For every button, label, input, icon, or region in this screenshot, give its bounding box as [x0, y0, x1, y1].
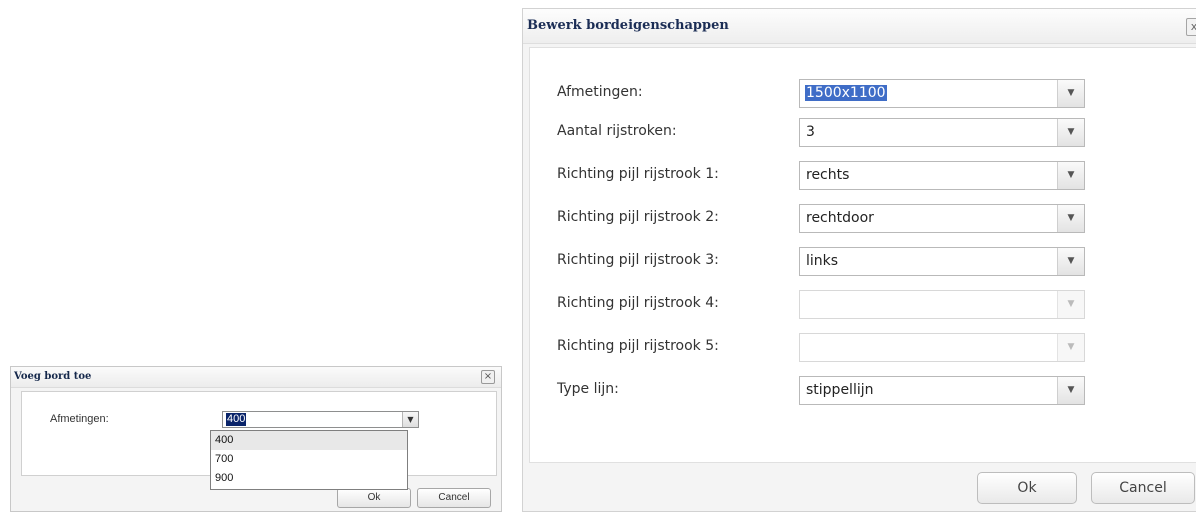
cancel-button[interactable]: Cancel [417, 488, 491, 508]
chevron-down-icon[interactable]: ▼ [1057, 80, 1084, 107]
chevron-down-icon[interactable]: ▼ [1057, 377, 1084, 404]
dialog-titlebar[interactable]: Voeg bord toe × [11, 367, 501, 388]
select-value: 1500x1100 [805, 85, 887, 101]
dialog-content: Afmetingen: 1500x1100 ▼ Aantal rijstroke… [529, 47, 1196, 463]
chevron-down-icon[interactable]: ▼ [1057, 162, 1084, 189]
dialog-title: Voeg bord toe [14, 371, 92, 382]
close-icon[interactable]: x [1186, 18, 1196, 36]
dropdown-option[interactable]: 900 [211, 469, 407, 488]
dimensions-select[interactable]: 400 ▼ [222, 411, 419, 428]
ok-button[interactable]: Ok [977, 472, 1077, 504]
select-value: links [806, 253, 839, 269]
dialog-titlebar[interactable]: Bewerk bordeigenschappen x [523, 9, 1196, 44]
form-row-lane-1-arrow: Richting pijl rijstrook 1: rechts ▼ [530, 161, 1196, 191]
close-icon[interactable]: × [481, 370, 495, 384]
form-row-lane-5-arrow: Richting pijl rijstrook 5: ▼ [530, 333, 1196, 363]
chevron-down-icon[interactable]: ▼ [1057, 291, 1084, 318]
field-label: Aantal rijstroken: [557, 123, 677, 139]
form-row-dimensions: Afmetingen: 1500x1100 ▼ [530, 79, 1196, 109]
field-label: Afmetingen: [557, 84, 643, 100]
chevron-down-icon[interactable]: ▼ [1057, 119, 1084, 146]
field-label: Richting pijl rijstrook 2: [557, 209, 719, 225]
lane-4-arrow-select[interactable]: ▼ [799, 290, 1085, 319]
chevron-down-icon[interactable]: ▼ [1057, 248, 1084, 275]
lane-count-select[interactable]: 3 ▼ [799, 118, 1085, 147]
select-value: rechtdoor [806, 210, 874, 226]
chevron-down-icon[interactable]: ▼ [1057, 334, 1084, 361]
chevron-down-icon[interactable]: ▼ [402, 412, 418, 427]
form-row-lane-3-arrow: Richting pijl rijstrook 3: links ▼ [530, 247, 1196, 277]
dropdown-option[interactable]: 400 [211, 431, 407, 450]
field-label: Richting pijl rijstrook 4: [557, 295, 719, 311]
dimensions-label: Afmetingen: [50, 413, 109, 425]
form-row-line-type: Type lijn: stippellijn ▼ [530, 376, 1196, 406]
form-row-lane-4-arrow: Richting pijl rijstrook 4: ▼ [530, 290, 1196, 320]
lane-2-arrow-select[interactable]: rechtdoor ▼ [799, 204, 1085, 233]
field-label: Richting pijl rijstrook 1: [557, 166, 719, 182]
form-row-lane-count: Aantal rijstroken: 3 ▼ [530, 118, 1196, 148]
dimensions-selected-value: 400 [226, 413, 247, 426]
field-label: Richting pijl rijstrook 5: [557, 338, 719, 354]
chevron-down-icon[interactable]: ▼ [1057, 205, 1084, 232]
field-label: Type lijn: [557, 381, 619, 397]
line-type-select[interactable]: stippellijn ▼ [799, 376, 1085, 405]
select-value: 3 [806, 124, 815, 140]
dimensions-dropdown-list: 400 700 900 [210, 430, 408, 490]
lane-5-arrow-select[interactable]: ▼ [799, 333, 1085, 362]
dropdown-option[interactable]: 700 [211, 450, 407, 469]
dialog-title: Bewerk bordeigenschappen [527, 18, 729, 33]
form-row-lane-2-arrow: Richting pijl rijstrook 2: rechtdoor ▼ [530, 204, 1196, 234]
lane-1-arrow-select[interactable]: rechts ▼ [799, 161, 1085, 190]
field-label: Richting pijl rijstrook 3: [557, 252, 719, 268]
select-value: rechts [806, 167, 850, 183]
dimensions-select[interactable]: 1500x1100 ▼ [799, 79, 1085, 108]
ok-button[interactable]: Ok [337, 488, 411, 508]
cancel-button[interactable]: Cancel [1091, 472, 1195, 504]
select-value: stippellijn [806, 382, 874, 398]
dialog-footer: Ok Cancel [529, 464, 1196, 513]
lane-3-arrow-select[interactable]: links ▼ [799, 247, 1085, 276]
edit-sign-properties-dialog: Bewerk bordeigenschappen x Afmetingen: 1… [522, 8, 1196, 512]
